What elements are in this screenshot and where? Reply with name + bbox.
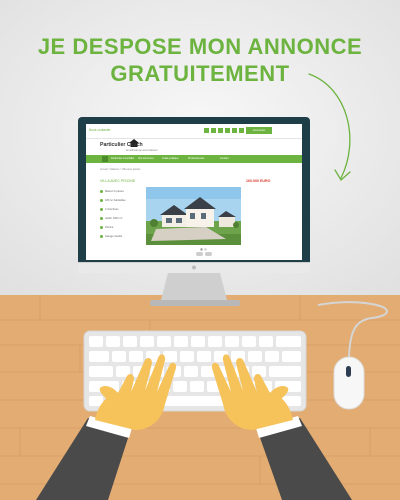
social-icon[interactable] [218,128,223,133]
monitor-neck [161,273,227,300]
mouse-icon [333,356,365,410]
social-icon[interactable] [225,128,230,133]
nav-home-icon[interactable] [102,156,108,162]
spec-item: 4 chambres [100,208,144,211]
site-logo[interactable]: Particulier Coach [100,142,143,148]
site-navbar: Particulier immobilier Vos annonces Guid… [86,155,302,163]
site-tagline: la méthode qui vend vraiment [126,149,158,152]
screen-website: Nous contacter Connexion Particulier Coa… [86,124,302,260]
carousel-next-button[interactable] [205,252,212,256]
property-photo[interactable] [146,187,241,245]
social-icon[interactable] [232,128,237,133]
carousel-dots[interactable] [200,248,208,251]
monitor-base [150,300,240,306]
nav-item[interactable]: Professionnels [188,157,204,160]
contact-link[interactable]: Nous contacter [89,128,110,132]
spec-item: Piscine [100,226,144,229]
carousel-prev-button[interactable] [196,252,203,256]
listing-title: VILLA AVEC PISCINE [100,179,136,183]
site-topbar: Nous contacter Connexion [86,124,302,139]
listing-price: 160.000 EURO [246,179,271,183]
spec-item: Jardin 1000 m² [100,217,144,220]
social-icon[interactable] [239,128,244,133]
social-icon[interactable] [211,128,216,133]
spec-item: Maison 6 pièces [100,190,144,193]
nav-item[interactable]: Vos annonces [138,157,154,160]
spec-item: Garage double [100,235,144,238]
nav-item[interactable]: Guide pratique [162,157,178,160]
social-icon[interactable] [204,128,209,133]
illustration: JE DESPOSE MON ANNONCE GRATUITEMENT Nous… [0,0,400,500]
apple-like-logo [192,265,196,270]
headline-line-2: GRATUITEMENT [110,61,290,86]
breadcrumb: Accueil > Maisons > Villa avec piscine [100,168,141,171]
spec-item: 180 m² habitables [100,199,144,202]
headline-line-1: JE DESPOSE MON ANNONCE [37,34,363,59]
nav-item[interactable]: Contact [220,157,229,160]
login-button[interactable]: Connexion [246,127,272,134]
nav-item[interactable]: Particulier immobilier [111,157,134,160]
